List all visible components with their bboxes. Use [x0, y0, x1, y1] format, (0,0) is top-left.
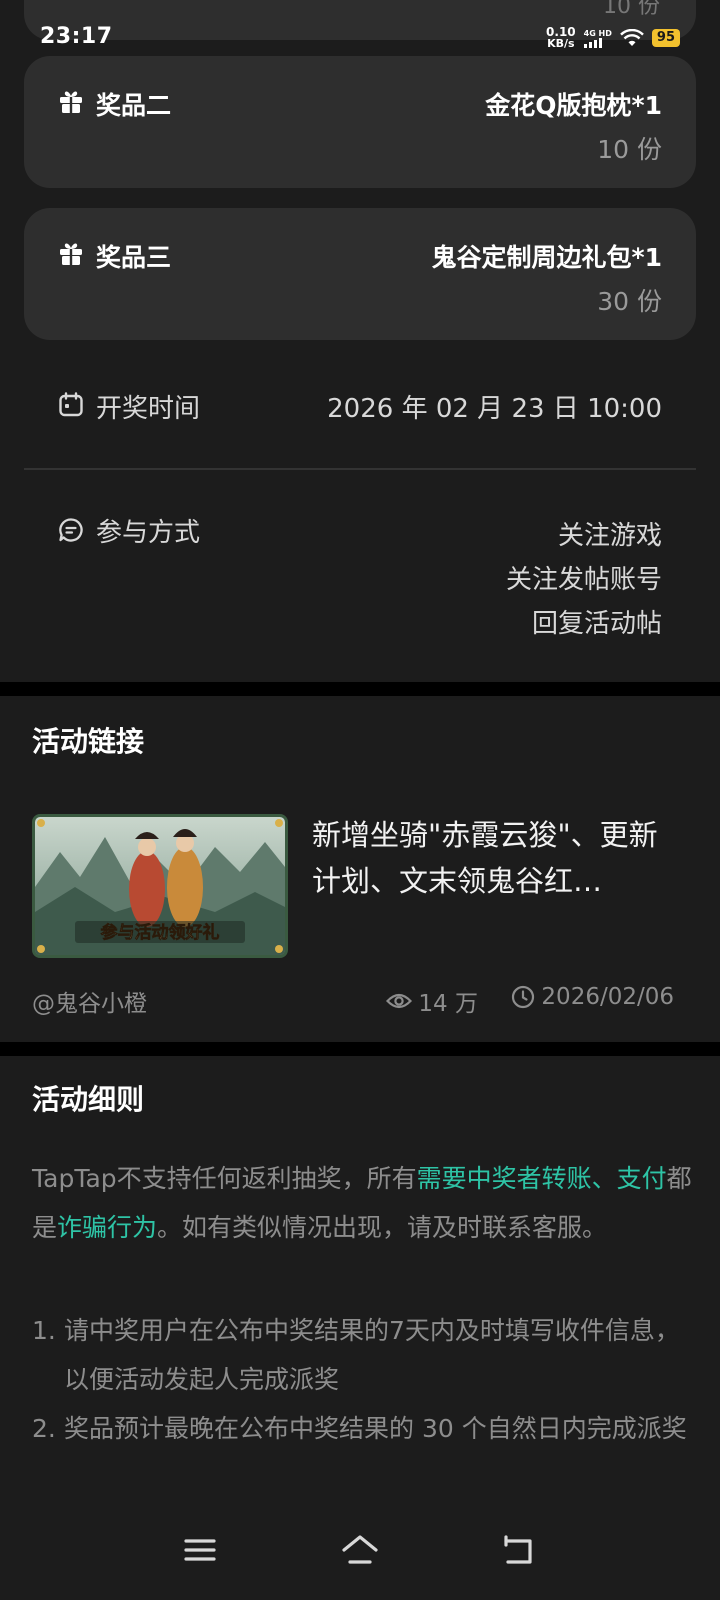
- gift-icon: [60, 91, 82, 113]
- prize-count: 10 份: [597, 135, 662, 164]
- participation-methods: 关注游戏 关注发帖账号 回复活动帖: [506, 514, 662, 646]
- calendar-icon: [59, 392, 83, 417]
- menu-icon[interactable]: [180, 1532, 220, 1568]
- gift-icon: [60, 243, 82, 265]
- activity-link-section: 活动链接 参与活动领好礼 新增坐骑"赤霞云狻"、更新计划、文末领鬼谷红… @鬼谷…: [0, 696, 720, 1042]
- battery-icon: 95: [651, 29, 680, 47]
- highlight-transfer-payment: 需要中奖者转账、支付: [416, 1164, 667, 1193]
- clock-icon: [512, 985, 535, 1009]
- post-date: 2026/02/06: [511, 984, 674, 1010]
- rules-list: 1. 请中奖用户在公布中奖结果的7天内及时填写收件信息，以便活动发起人完成派奖 …: [32, 1306, 692, 1453]
- home-icon[interactable]: [340, 1532, 380, 1568]
- prize-name: 鬼谷定制周边礼包*1: [431, 243, 662, 272]
- status-time: 23:17: [40, 24, 113, 49]
- method-follow-game: 关注游戏: [557, 521, 662, 551]
- chat-bubble-icon: [59, 518, 83, 542]
- rule-item: 1. 请中奖用户在公布中奖结果的7天内及时填写收件信息，以便活动发起人完成派奖: [32, 1316, 680, 1394]
- activity-thumbnail[interactable]: 参与活动领好礼: [32, 814, 288, 958]
- prize-card-2: 奖品二 金花Q版抱枕*1 10 份: [24, 56, 696, 188]
- prize-details-section: 10 份 23:17 0.10 KB/s 4G HD 95 奖品二 金花Q版抱枕…: [0, 0, 720, 682]
- cellular-signal-icon: 4G HD: [583, 29, 612, 48]
- back-icon[interactable]: [500, 1532, 540, 1568]
- method-follow-account: 关注发帖账号: [505, 565, 662, 595]
- participation-label: 参与方式: [96, 518, 201, 548]
- activity-link-post-title[interactable]: 新增坐骑"赤霞云狻"、更新计划、文末领鬼谷红…: [312, 812, 672, 904]
- prize-card-3: 奖品三 鬼谷定制周边礼包*1 30 份: [24, 208, 696, 340]
- views-count: 14 万: [386, 984, 478, 1018]
- author-name[interactable]: @鬼谷小橙: [32, 984, 147, 1018]
- method-reply-post: 回复活动帖: [531, 609, 662, 639]
- anti-fraud-notice: TapTap不支持任何返利抽奖，所有需要中奖者转账、支付都是诈骗行为。如有类似情…: [32, 1164, 692, 1242]
- draw-time-label: 开奖时间: [96, 394, 201, 424]
- system-navigation-bar: [0, 1510, 720, 1600]
- post-meta: @鬼谷小橙 14 万 2026/02/06: [32, 984, 674, 1017]
- rule-item: 2. 奖品预计最晚在公布中奖结果的 30 个自然日内完成派奖: [32, 1414, 687, 1443]
- draw-time-value: 2026 年 02 月 23 日 10:00: [327, 394, 662, 424]
- eye-icon: [386, 993, 413, 1009]
- prize-label: 奖品二: [96, 91, 172, 120]
- prize-count: 30 份: [597, 287, 662, 316]
- activity-link-title: 活动链接: [32, 725, 145, 758]
- prize-name: 金花Q版抱枕*1: [485, 91, 662, 120]
- highlight-fraud: 诈骗行为: [57, 1213, 158, 1242]
- network-speed: 0.10 KB/s: [546, 25, 576, 50]
- divider: [24, 468, 696, 470]
- status-bar: 23:17 0.10 KB/s 4G HD 95: [0, 0, 720, 58]
- activity-rules-title: 活动细则: [32, 1083, 145, 1116]
- thumbnail-caption: 参与活动领好礼: [101, 922, 220, 943]
- status-indicators: 0.10 KB/s 4G HD 95: [546, 25, 680, 51]
- prize-label: 奖品三: [96, 243, 172, 272]
- wifi-icon: [620, 29, 644, 46]
